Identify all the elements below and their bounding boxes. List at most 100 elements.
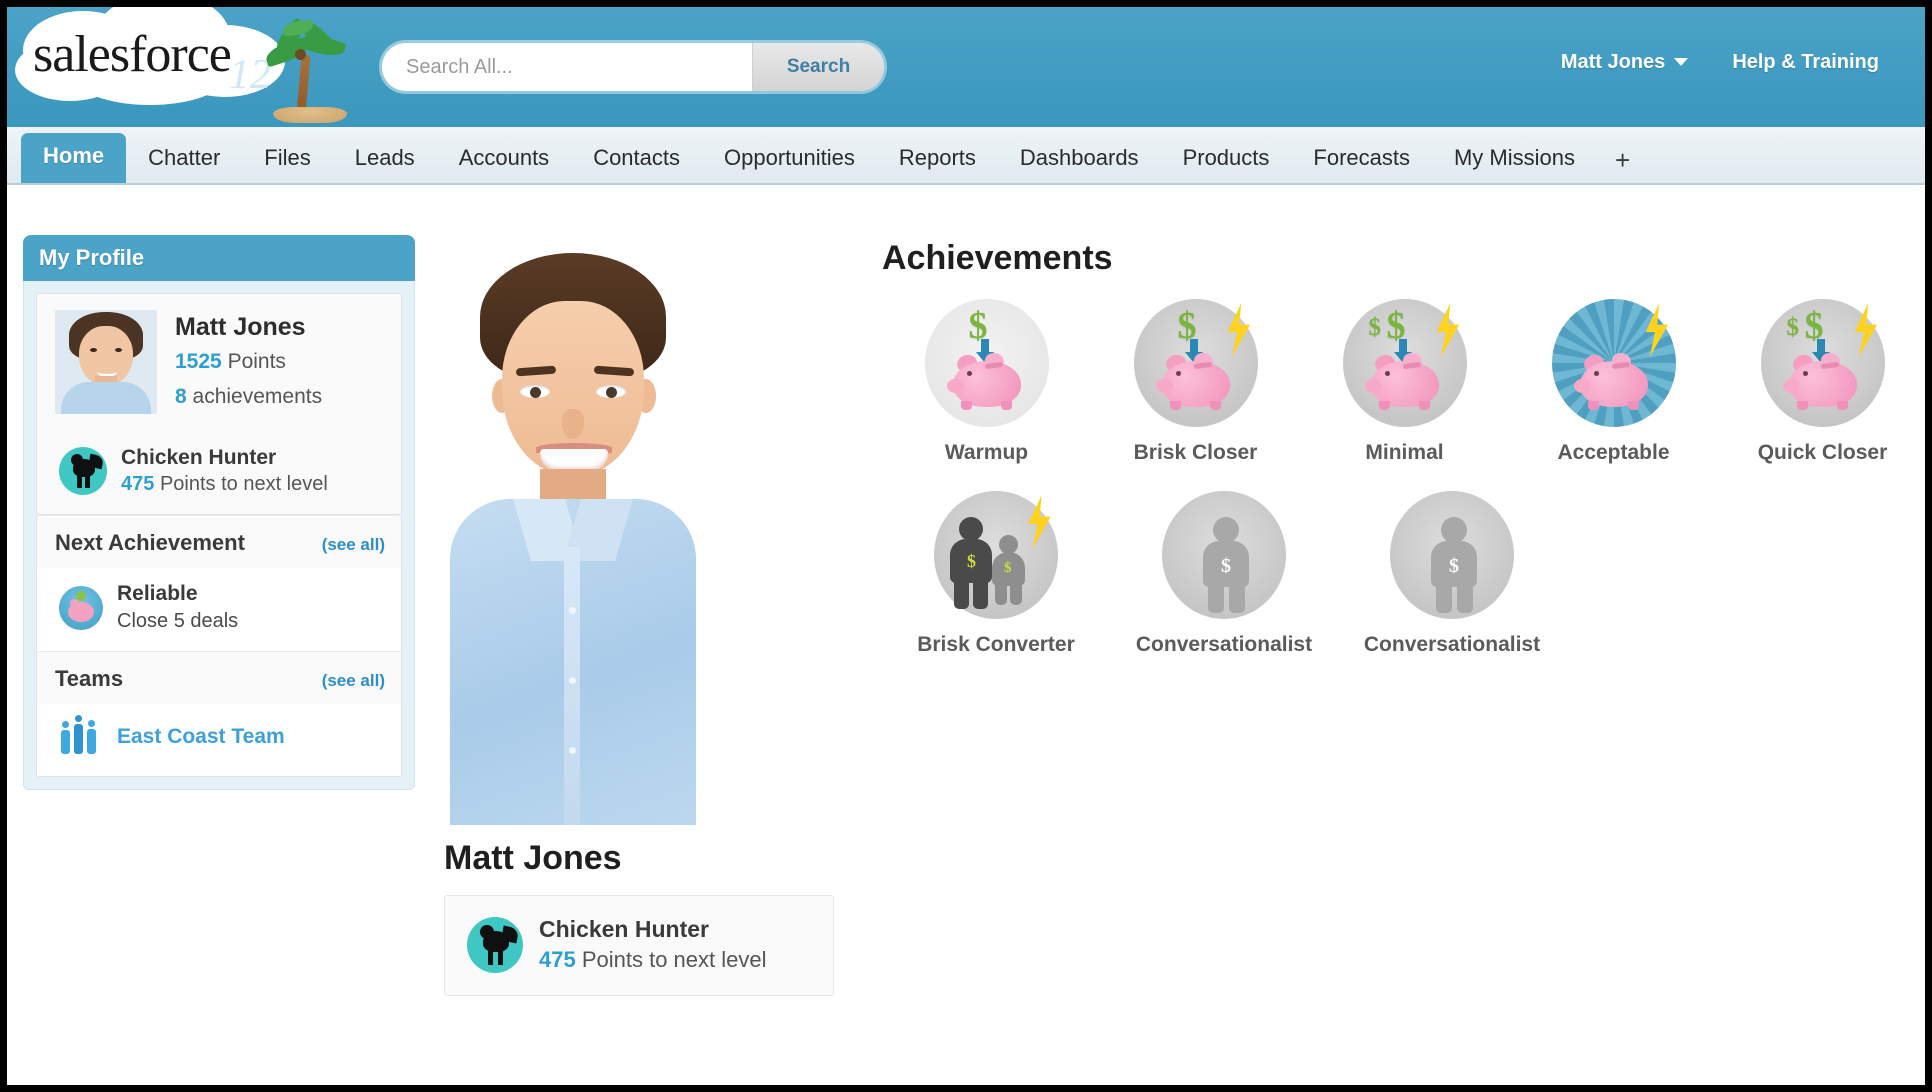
points-label: Points (227, 350, 286, 374)
badge-icon: $ (1390, 491, 1514, 619)
tab-accounts[interactable]: Accounts (437, 135, 572, 183)
profile-points: 1525 Points (175, 347, 322, 377)
chicken-hunter-icon (59, 447, 107, 495)
lightning-bolt-icon (1854, 303, 1878, 357)
achievements-value: 8 (175, 384, 187, 408)
badge-label: Conversationalist (1135, 633, 1313, 656)
piggy-bank-icon (946, 350, 1027, 410)
teams-header: Teams (see all) (36, 651, 402, 704)
tab-dashboards[interactable]: Dashboards (998, 135, 1161, 183)
user-menu-label: Matt Jones (1560, 50, 1666, 73)
palm-tree-icon (251, 15, 361, 123)
nav-tab-list: Home Chatter Files Leads Accounts Contacts Opp… (21, 133, 1648, 183)
level-progress: 475 Points to next level (121, 473, 328, 496)
badge-icon: $ (1133, 299, 1258, 427)
tab-opportunities[interactable]: Opportunities (702, 135, 877, 183)
profile-name: Matt Jones (175, 313, 306, 341)
lightning-bolt-icon (1227, 303, 1251, 357)
achievement-badge[interactable]: $ $ Brisk Converter (882, 491, 1110, 657)
header-actions: Matt Jones Help & Training (1561, 45, 1879, 79)
panel-title: My Profile (23, 235, 415, 281)
achievements-label: achievements (192, 384, 323, 408)
tab-home[interactable]: Home (21, 133, 127, 183)
achievement-badge[interactable]: $ Warmup (882, 299, 1091, 465)
tab-reports[interactable]: Reports (877, 135, 998, 183)
next-achievement-title: Reliable (117, 582, 198, 605)
achievement-badge[interactable]: $ $ Minimal (1300, 299, 1509, 465)
piggy-bank-icon (1782, 350, 1863, 410)
next-achievement-row[interactable]: Reliable Close 5 deals (36, 568, 402, 651)
achievement-badge[interactable]: $ Conversationalist (1110, 491, 1338, 657)
lightning-bolt-icon (1028, 495, 1051, 549)
badge-icon: $ (1162, 491, 1286, 619)
tab-forecasts[interactable]: Forecasts (1291, 135, 1432, 183)
achievement-badge[interactable]: $ Brisk Closer (1091, 299, 1300, 465)
main-level-points-value: 475 (539, 947, 576, 972)
tab-products[interactable]: Products (1161, 135, 1292, 183)
global-header: salesforce 12 Search Matt Jones Help & T… (7, 7, 1925, 127)
app-window: salesforce 12 Search Matt Jones Help & T… (0, 0, 1932, 1092)
lightning-bolt-icon (1645, 303, 1669, 357)
chicken-hunter-icon (467, 916, 523, 973)
next-achievement-see-all-link[interactable]: (see all) (322, 535, 385, 555)
current-level-row: Chicken Hunter 475 Points to next level (37, 430, 401, 514)
badge-label: Acceptable (1557, 441, 1670, 464)
piggy-bank-icon (1155, 350, 1236, 410)
lightning-bolt-icon (1436, 303, 1460, 357)
teams-see-all-link[interactable]: (see all) (322, 671, 385, 691)
piggy-bank-icon (1573, 350, 1654, 410)
panel-body: Matt Jones 1525 Points 8 achievements Ch… (23, 281, 415, 790)
main-level-progress: 475 Points to next level (539, 947, 767, 973)
salesforce-logo[interactable]: salesforce 12 (15, 7, 361, 125)
badge-label: Warmup (944, 441, 1029, 464)
badge-icon: $ $ (1342, 299, 1467, 427)
achievement-badge[interactable]: $ Conversationalist (1338, 491, 1566, 657)
piggy-bank-icon (1364, 350, 1445, 410)
profile-achievements: 8 achievements (175, 382, 322, 412)
profile-photo (444, 247, 702, 825)
tab-files[interactable]: Files (242, 135, 332, 183)
my-profile-panel: My Profile Matt Jones 1525 Points 8 achi… (23, 235, 415, 790)
main-level-card[interactable]: Chicken Hunter 475 Points to next level (444, 895, 834, 996)
reliable-badge-icon (59, 585, 103, 630)
dollar-sign-icon: $ (1786, 314, 1800, 341)
next-achievement-header: Next Achievement (see all) (36, 515, 402, 568)
achievements-heading: Achievements (882, 239, 1113, 277)
team-name-link[interactable]: East Coast Team (117, 725, 285, 749)
add-tab-button[interactable]: + (1597, 139, 1648, 183)
profile-summary-card: Matt Jones 1525 Points 8 achievements Ch… (36, 293, 402, 515)
team-list-item[interactable]: East Coast Team (36, 704, 402, 777)
level-points-value: 475 (121, 473, 155, 495)
global-search[interactable]: Search (382, 43, 884, 91)
section-title: Teams (55, 666, 124, 691)
badge-label: Brisk Converter (917, 633, 1075, 656)
search-button[interactable]: Search (752, 43, 884, 91)
badge-label: Quick Closer (1757, 441, 1888, 464)
tab-leads[interactable]: Leads (333, 135, 437, 183)
chevron-down-icon (1674, 58, 1689, 67)
badge-label: Brisk Closer (1133, 441, 1258, 464)
page-title: Matt Jones (444, 839, 622, 877)
help-and-training-link[interactable]: Help & Training (1732, 51, 1879, 74)
tab-chatter[interactable]: Chatter (126, 135, 242, 183)
search-input[interactable] (382, 43, 752, 91)
level-points-label: Points to next level (159, 473, 328, 495)
dollar-sign-icon: $ (1368, 314, 1382, 341)
section-title: Next Achievement (55, 530, 245, 555)
user-menu[interactable]: Matt Jones (1560, 50, 1689, 74)
achievements-row-1: $ Warmup $ Brisk Closer $ $ Minimal Acceptable $… (882, 299, 1925, 465)
badge-label: Minimal (1365, 441, 1444, 464)
points-value: 1525 (175, 350, 222, 374)
tab-my-missions[interactable]: My Missions (1432, 135, 1597, 183)
badge-icon: $ $ (1760, 299, 1885, 427)
achievements-row-2: $ $ Brisk Converter $ Conversationalist $ Conv… (882, 491, 1925, 657)
badge-label: Conversationalist (1363, 633, 1541, 656)
main-level-title: Chicken Hunter (539, 916, 709, 942)
badge-icon (1551, 299, 1676, 427)
achievements-grid: $ Warmup $ Brisk Closer $ $ Minimal Acceptable $… (882, 299, 1925, 657)
logo-wordmark: salesforce (33, 26, 232, 83)
achievement-badge[interactable]: Acceptable (1509, 299, 1718, 465)
primary-nav-bar: Home Chatter Files Leads Accounts Contacts Opp… (7, 127, 1925, 185)
tab-contacts[interactable]: Contacts (571, 135, 702, 183)
achievement-badge[interactable]: $ $ Quick Closer (1718, 299, 1925, 465)
